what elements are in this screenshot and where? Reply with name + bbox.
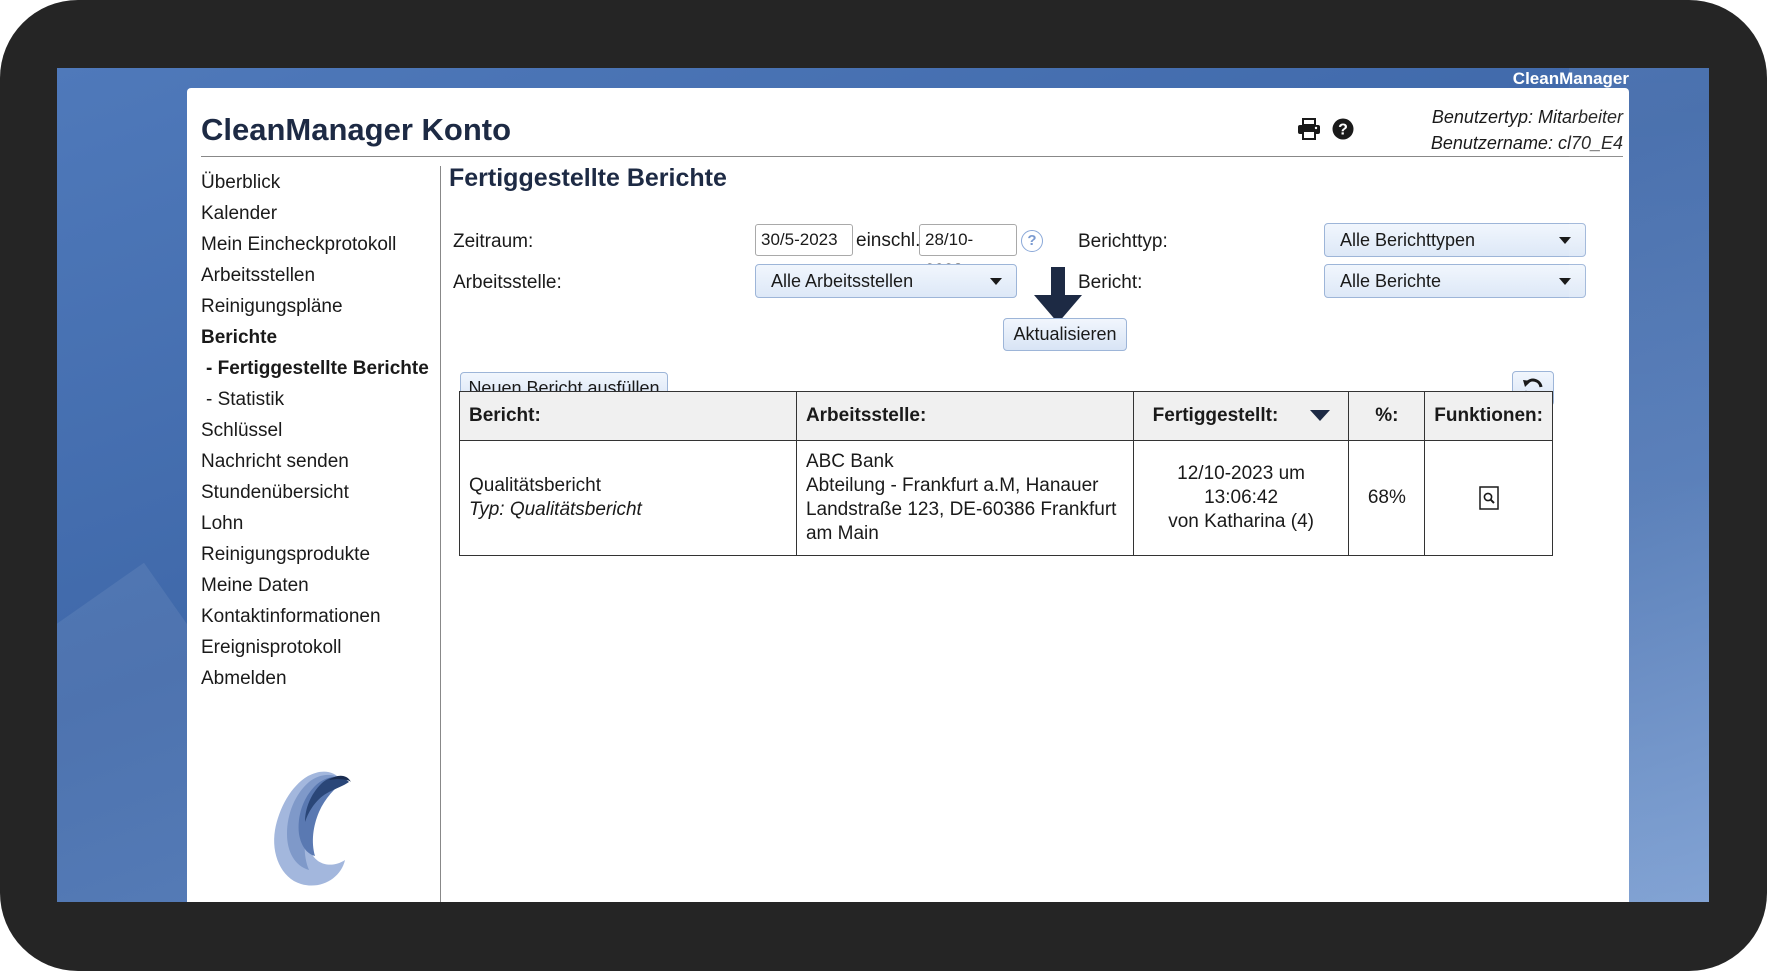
col-completed-label: Fertiggestellt:: [1152, 405, 1279, 426]
sidebar-item-send-message[interactable]: Nachricht senden: [201, 446, 441, 477]
device-frame: CleanManager CleanManager Konto ? Benutz…: [0, 0, 1767, 971]
page-title: Fertiggestellte Berichte: [449, 164, 727, 192]
report-type-select[interactable]: Alle Berichttypen: [1324, 223, 1586, 257]
sidebar-item-completed-reports[interactable]: - Fertiggestellte Berichte: [201, 353, 441, 384]
col-workplace-header[interactable]: Arbeitsstelle:: [795, 391, 1134, 441]
col-completed-header[interactable]: Fertiggestellt:: [1132, 391, 1350, 441]
header-divider: [201, 156, 1623, 157]
report-label: Bericht:: [1078, 272, 1143, 293]
workplace-select[interactable]: Alle Arbeitsstellen: [755, 264, 1017, 298]
cell-percent: 68%: [1348, 440, 1426, 556]
sidebar-nav: Überblick Kalender Mein Eincheckprotokol…: [201, 167, 441, 694]
cell-completed: 12/10-2023 um 13:06:42 von Katharina (4): [1132, 440, 1350, 556]
report-value: Alle Berichte: [1340, 271, 1442, 291]
desktop-screen: CleanManager CleanManager Konto ? Benutz…: [57, 68, 1709, 902]
svg-text:?: ?: [1338, 122, 1348, 139]
col-percent-header[interactable]: %:: [1348, 391, 1426, 441]
sidebar-item-keys[interactable]: Schlüssel: [201, 415, 441, 446]
user-name: Benutzername: cl70_E4: [1430, 133, 1623, 153]
user-info: Benutzertyp: Mitarbeiter Benutzername: c…: [1431, 104, 1623, 156]
sidebar-item-logout[interactable]: Abmelden: [201, 663, 441, 694]
sidebar-item-hours[interactable]: Stundenübersicht: [201, 477, 441, 508]
sidebar-item-statistics[interactable]: - Statistik: [201, 384, 441, 415]
table-row[interactable]: Qualitätsbericht Typ: Qualitätsbericht A…: [459, 440, 1553, 556]
chevron-down-icon: [1559, 278, 1571, 285]
sidebar-item-checkin-log[interactable]: Mein Eincheckprotokoll: [201, 229, 441, 260]
app-title: CleanManager Konto: [201, 112, 512, 147]
header-icons: ?: [1296, 116, 1356, 142]
sidebar-item-event-log[interactable]: Ereignisprotokoll: [201, 632, 441, 663]
sidebar-item-overview[interactable]: Überblick: [201, 167, 441, 198]
workplace-line: am Main: [805, 523, 879, 544]
reports-table: Bericht: Arbeitsstelle: Fertiggestellt: …: [459, 391, 1553, 556]
workplace-line: Abteilung - Frankfurt a.M, Hanauer: [805, 475, 1099, 496]
sidebar-item-calendar[interactable]: Kalender: [201, 198, 441, 229]
chevron-down-icon: [990, 278, 1002, 285]
inclusive-label: einschl.: [856, 230, 921, 251]
workplace-value: Alle Arbeitsstellen: [771, 271, 914, 291]
report-select[interactable]: Alle Berichte: [1324, 264, 1586, 298]
workplace-line: Landstraße 123, DE-60386 Frankfurt: [805, 499, 1117, 520]
sidebar-item-cleaning-plans[interactable]: Reinigungspläne: [201, 291, 441, 322]
sort-desc-icon[interactable]: [1309, 410, 1330, 422]
cell-workplace: ABC Bank Abteilung - Frankfurt a.M, Hana…: [795, 440, 1134, 556]
sidebar-item-cleaning-products[interactable]: Reinigungsprodukte: [201, 539, 441, 570]
update-button[interactable]: Aktualisieren: [1003, 318, 1127, 351]
help-icon[interactable]: ?: [1330, 116, 1356, 142]
report-type-label: Berichttyp:: [1078, 231, 1168, 252]
sidebar-item-contact-info[interactable]: Kontaktinformationen: [201, 601, 441, 632]
cell-report: Qualitätsbericht Typ: Qualitätsbericht: [459, 440, 797, 556]
user-type: Benutzertyp: Mitarbeiter: [1431, 107, 1623, 127]
sidebar-item-reports[interactable]: Berichte: [201, 322, 441, 353]
date-help-icon[interactable]: ?: [1021, 230, 1043, 252]
print-icon[interactable]: [1296, 116, 1322, 142]
completed-date: 12/10-2023 um: [1177, 463, 1305, 484]
period-label: Zeitraum:: [453, 231, 534, 252]
brand-label: CleanManager: [1512, 69, 1629, 88]
sidebar-item-workplaces[interactable]: Arbeitsstellen: [201, 260, 441, 291]
app-window: CleanManager Konto ? Benutzertyp: Mitarb…: [187, 88, 1629, 902]
sidebar-item-salary[interactable]: Lohn: [201, 508, 441, 539]
completed-time: 13:06:42: [1204, 487, 1279, 508]
workplace-line: ABC Bank: [805, 451, 894, 472]
cell-functions: [1424, 440, 1553, 556]
workplace-label: Arbeitsstelle:: [453, 272, 562, 293]
table-header-row: Bericht: Arbeitsstelle: Fertiggestellt: …: [459, 391, 1553, 441]
sidebar-divider: [440, 166, 441, 902]
report-type: Typ: Qualitätsbericht: [469, 499, 642, 520]
date-from-input[interactable]: 30/5-2023: [755, 224, 853, 256]
sidebar-item-my-data[interactable]: Meine Daten: [201, 570, 441, 601]
col-functions-header: Funktionen:: [1424, 391, 1553, 441]
report-name: Qualitätsbericht: [469, 475, 602, 496]
view-report-icon[interactable]: [1478, 486, 1499, 510]
date-to-input[interactable]: 28/10-2023: [919, 224, 1017, 279]
chevron-down-icon: [1559, 237, 1571, 244]
col-report-header[interactable]: Bericht:: [459, 391, 797, 441]
completed-by: von Katharina (4): [1168, 511, 1314, 532]
report-type-value: Alle Berichttypen: [1340, 230, 1476, 250]
cleanmanager-logo: [237, 738, 397, 898]
